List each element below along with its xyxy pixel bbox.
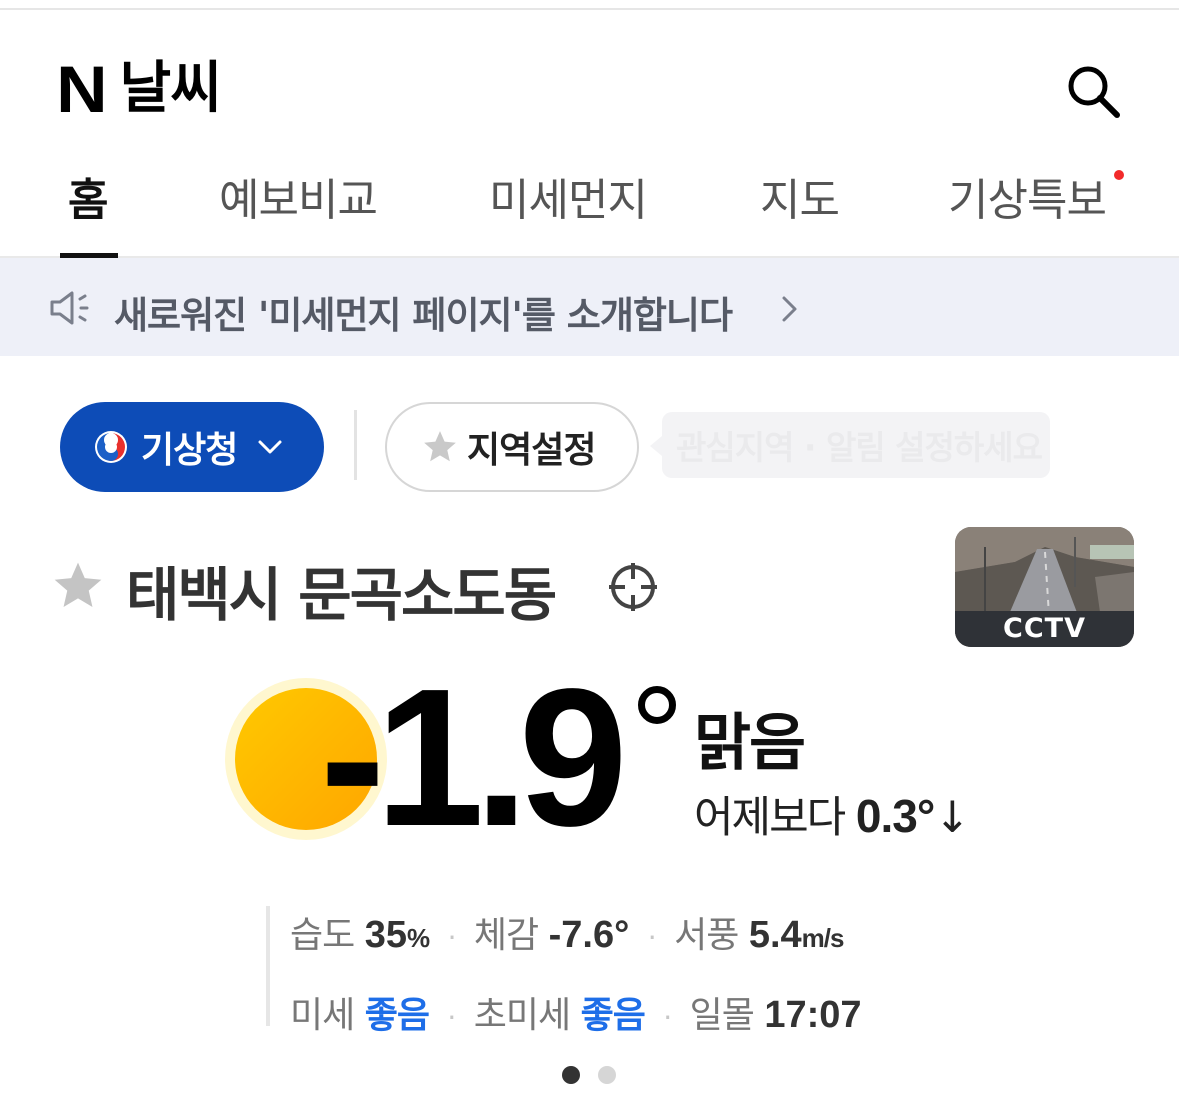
chevron-right-icon bbox=[782, 296, 797, 322]
feels-like-label: 체감 bbox=[473, 915, 539, 956]
compare-value: 0.3° bbox=[855, 790, 935, 842]
vertical-divider bbox=[354, 410, 357, 480]
cctv-button[interactable]: CCTV bbox=[955, 527, 1134, 647]
separator-dot: · bbox=[663, 1001, 672, 1034]
tooltip-text: 관심지역 · 알림 설정하세요 bbox=[676, 428, 1043, 467]
notice-banner[interactable]: 새로워진 '미세먼지 페이지'를 소개합니다 bbox=[0, 258, 1179, 356]
pm25-value: 좋음 bbox=[580, 995, 646, 1036]
chevron-down-icon bbox=[258, 440, 282, 454]
source-selector-button[interactable]: 기상청 bbox=[60, 402, 324, 492]
feels-like-value: -7.6° bbox=[548, 914, 630, 956]
pm10-label: 미세 bbox=[290, 995, 355, 1036]
page-dot-active[interactable] bbox=[562, 1066, 580, 1084]
page-indicator bbox=[562, 1066, 634, 1084]
page-title: 날씨 bbox=[119, 56, 222, 121]
tab-fine-dust[interactable]: 미세먼지 bbox=[489, 164, 648, 228]
region-setting-label: 지역설정 bbox=[467, 430, 596, 471]
tab-weather-alert[interactable]: 기상특보 bbox=[948, 164, 1107, 228]
cctv-label: CCTV bbox=[955, 611, 1134, 647]
tab-home[interactable]: 홈 bbox=[68, 164, 108, 228]
wind-value: 5.4 bbox=[748, 914, 802, 956]
star-icon bbox=[424, 431, 456, 462]
separator-dot: · bbox=[447, 1001, 456, 1034]
search-icon[interactable] bbox=[1062, 60, 1124, 122]
degree-symbol bbox=[638, 686, 676, 724]
separator-dot: · bbox=[447, 921, 457, 954]
details-row-2: 미세 좋음 · 초미세 좋음 · 일몰 17:07 bbox=[290, 986, 862, 1038]
sunset-label: 일몰 bbox=[689, 995, 755, 1036]
kma-logo-icon bbox=[95, 431, 127, 463]
region-tooltip: 관심지역 · 알림 설정하세요 bbox=[650, 412, 1050, 478]
details-row-1: 습도 35% · 체감 -7.6° · 서풍 5.4m/s bbox=[290, 906, 845, 958]
pm10-value: 좋음 bbox=[364, 995, 430, 1036]
humidity-unit: % bbox=[406, 923, 430, 953]
humidity-label: 습도 bbox=[290, 915, 355, 956]
naver-logo: N bbox=[56, 52, 107, 126]
compare-prefix: 어제보다 bbox=[694, 793, 846, 843]
notice-text: 새로워진 '미세먼지 페이지'를 소개합니다 bbox=[114, 294, 733, 337]
current-location-icon[interactable] bbox=[606, 560, 660, 614]
current-temperature: -1.9 bbox=[320, 648, 628, 867]
location-name: 태백시 문곡소도동 bbox=[126, 561, 557, 629]
yesterday-comparison: 어제보다 0.3°↓ bbox=[694, 783, 970, 845]
page-dot[interactable] bbox=[598, 1066, 616, 1084]
tab-map[interactable]: 지도 bbox=[760, 164, 840, 228]
weather-details: 습도 35% · 체감 -7.6° · 서풍 5.4m/s 미세 좋음 · 초미… bbox=[266, 906, 966, 1036]
pm25-label: 초미세 bbox=[473, 995, 571, 1036]
new-dot-badge bbox=[1114, 170, 1124, 180]
region-setting-button[interactable]: 지역설정 bbox=[385, 402, 639, 492]
humidity-value: 35 bbox=[364, 914, 407, 956]
down-arrow-icon: ↓ bbox=[934, 793, 970, 843]
wind-label: 서풍 bbox=[674, 915, 739, 956]
sunset-value: 17:07 bbox=[764, 994, 862, 1036]
separator-dot: · bbox=[647, 921, 657, 954]
weather-condition: 맑음 bbox=[694, 706, 806, 779]
top-divider bbox=[0, 8, 1179, 10]
app-header: N 날씨 bbox=[0, 40, 1179, 140]
wind-unit: m/s bbox=[801, 923, 845, 953]
source-label: 기상청 bbox=[141, 430, 238, 471]
favorite-star-icon[interactable] bbox=[50, 558, 106, 614]
tab-forecast-compare[interactable]: 예보비교 bbox=[219, 164, 378, 228]
tab-bar: 홈 예보비교 미세먼지 지도 기상특보 bbox=[0, 150, 1179, 258]
megaphone-icon bbox=[50, 291, 89, 325]
naver-weather-logo[interactable]: N 날씨 bbox=[56, 52, 222, 126]
